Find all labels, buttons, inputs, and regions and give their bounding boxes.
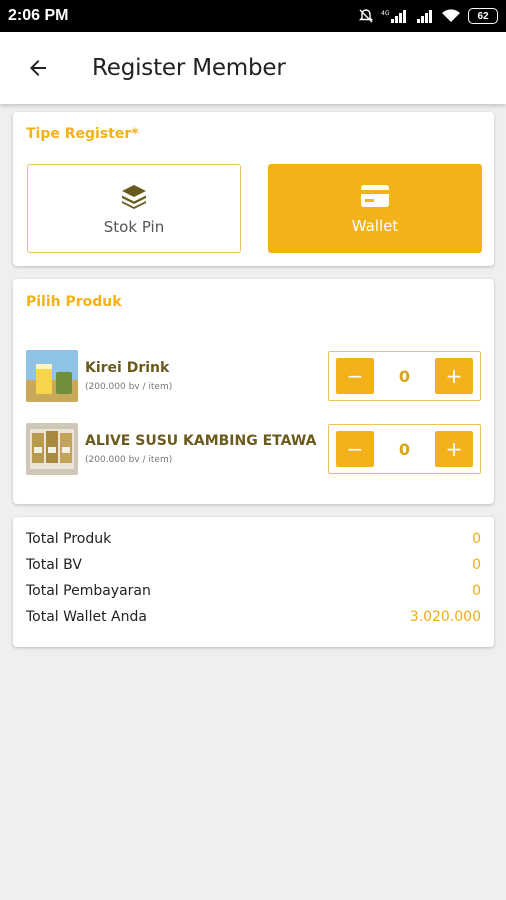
- total-pembayaran-row: Total Pembayaran 0: [26, 583, 481, 599]
- wallet-label: Wallet: [351, 216, 399, 235]
- total-label: Total Pembayaran: [26, 583, 151, 599]
- quantity-value: 0: [398, 439, 411, 459]
- decrement-button[interactable]: −: [336, 358, 374, 394]
- decrement-button[interactable]: −: [336, 431, 374, 467]
- totals-card: Total Produk 0 Total BV 0 Total Pembayar…: [13, 517, 494, 647]
- increment-button[interactable]: +: [434, 431, 473, 467]
- wallet-card-icon: [361, 184, 389, 207]
- alive-susu-image: [26, 423, 78, 475]
- quantity-stepper: − 0 +: [328, 424, 481, 474]
- svg-text:4G: 4G: [381, 10, 390, 17]
- signal-4g-icon: 4G: [381, 10, 406, 23]
- total-value: 3.020.000: [409, 609, 481, 625]
- product-row: ALIVE SUSU KAMBING ETAWA (200.000 bv / i…: [26, 420, 481, 478]
- battery-indicator: 62: [468, 8, 498, 24]
- product-card: Pilih Produk Kirei Drink (200.000 bv / i…: [13, 279, 494, 504]
- alarm-off-icon: [358, 9, 374, 23]
- register-type-card: Tipe Register* Stok Pin Wallet: [13, 112, 494, 266]
- quantity-value: 0: [398, 366, 411, 386]
- total-wallet-row: Total Wallet Anda 3.020.000: [26, 609, 481, 625]
- product-row: Kirei Drink (200.000 bv / item) − 0 +: [26, 347, 481, 405]
- status-bar: 2:06 PM 4G 62: [0, 0, 506, 32]
- back-button[interactable]: [18, 48, 58, 88]
- total-label: Total BV: [26, 557, 82, 573]
- stok-pin-option[interactable]: Stok Pin: [27, 164, 241, 253]
- quantity-stepper: − 0 +: [328, 351, 481, 401]
- kirei-drink-image: [26, 350, 78, 402]
- total-value: 0: [472, 557, 481, 573]
- status-time: 2:06 PM: [8, 7, 69, 24]
- increment-button[interactable]: +: [434, 358, 473, 394]
- total-label: Total Produk: [26, 531, 112, 547]
- wallet-option[interactable]: Wallet: [268, 164, 482, 253]
- total-value: 0: [472, 583, 481, 599]
- total-produk-row: Total Produk 0: [26, 531, 481, 547]
- wifi-icon: [442, 9, 460, 22]
- app-bar: Register Member: [0, 32, 506, 104]
- layers-icon: [122, 184, 146, 209]
- total-value: 0: [472, 531, 481, 547]
- page-title: Register Member: [92, 55, 286, 81]
- status-icons: 4G 62: [358, 8, 498, 24]
- stok-pin-label: Stok Pin: [103, 217, 165, 236]
- signal-icon: [417, 10, 432, 23]
- product-section-title: Pilih Produk: [26, 294, 122, 310]
- total-label: Total Wallet Anda: [26, 609, 147, 625]
- register-type-title: Tipe Register*: [26, 126, 139, 142]
- total-bv-row: Total BV 0: [26, 557, 481, 573]
- arrow-back-icon: [30, 60, 46, 76]
